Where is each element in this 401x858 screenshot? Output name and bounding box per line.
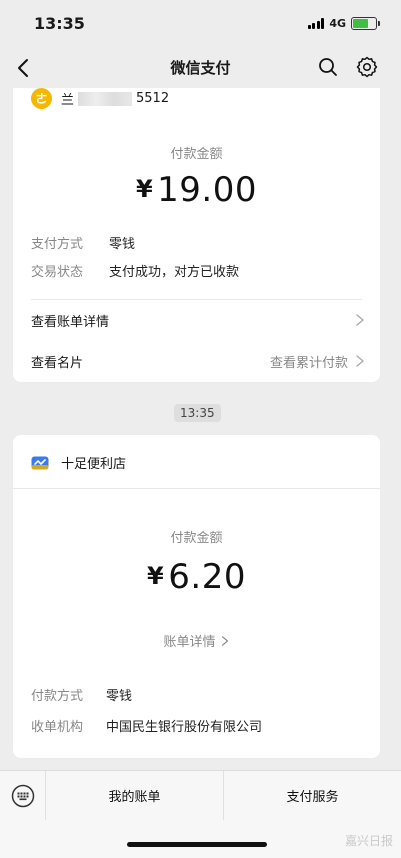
blurred-name — [78, 91, 133, 106]
keyboard-toggle-button[interactable] — [0, 771, 46, 820]
network-type: 4G — [329, 17, 346, 30]
amount-number: 19.00 — [157, 170, 258, 210]
amount-value: ¥19.00 — [13, 170, 380, 210]
status-indicators: 4G — [307, 17, 380, 30]
payment-receipt-card: ㄜ 兰 5512 付款金额 ¥19.00 支付方式 零钱 交易状态 支付成功，对… — [13, 88, 380, 382]
chevron-right-icon — [356, 355, 364, 367]
info-value: 零钱 — [109, 237, 136, 252]
bill-detail-label: 账单详情 — [163, 635, 216, 650]
amount-value: ¥6.20 — [13, 557, 380, 597]
info-value: 支付成功，对方已收款 — [109, 265, 240, 280]
watermark: 嘉兴日报 — [344, 834, 393, 848]
search-icon[interactable] — [317, 56, 339, 78]
contact-card-link[interactable]: 查看名片 查看累计付款 — [31, 346, 366, 376]
transaction-status-row: 交易状态 支付成功，对方已收款 — [31, 261, 239, 280]
info-value: 零钱 — [106, 689, 133, 704]
store-name: 十足便利店 — [61, 457, 127, 472]
merchant-row[interactable]: ㄜ 兰 5512 — [31, 88, 169, 109]
merchant-avatar: ㄜ — [31, 88, 52, 109]
payment-method-row: 支付方式 零钱 — [31, 233, 135, 252]
pay-services-button[interactable]: 支付服务 — [224, 771, 401, 820]
bill-detail-link[interactable]: 账单详情 — [13, 631, 380, 650]
contact-card-label: 查看名片 — [31, 355, 84, 371]
bottom-toolbar: 我的账单 支付服务 — [0, 770, 401, 820]
info-label: 收单机构 — [31, 720, 84, 735]
amount-label: 付款金额 — [170, 147, 223, 162]
bottom-safe-area — [0, 820, 401, 858]
chevron-right-icon — [356, 314, 364, 326]
cumulative-payments-label: 查看累计付款 — [269, 355, 348, 371]
info-label: 支付方式 — [31, 237, 84, 252]
bill-details-label: 查看账单详情 — [31, 314, 110, 330]
gear-icon[interactable] — [355, 55, 379, 79]
keyboard-icon — [11, 784, 34, 807]
home-indicator[interactable] — [127, 842, 267, 847]
signal-icon — [307, 18, 325, 29]
store-row[interactable]: 十足便利店 — [31, 453, 126, 472]
nav-bar: 微信支付 — [0, 48, 401, 88]
chevron-right-icon — [221, 635, 228, 646]
store-logo-icon — [31, 456, 49, 469]
my-bills-button[interactable]: 我的账单 — [46, 771, 224, 820]
acquirer-row: 收单机构 中国民生银行股份有限公司 — [31, 716, 262, 735]
cumulative-payments-link[interactable]: 查看累计付款 — [270, 352, 366, 371]
amount-number: 6.20 — [168, 557, 246, 597]
info-label: 交易状态 — [31, 265, 84, 280]
divider — [31, 299, 362, 300]
bill-details-link[interactable]: 查看账单详情 — [31, 305, 366, 335]
status-bar: 13:35 4G — [0, 0, 401, 48]
status-time: 13:35 — [34, 14, 85, 33]
battery-icon — [351, 17, 380, 30]
info-value: 中国民生银行股份有限公司 — [106, 720, 263, 735]
merchant-name-suffix: 5512 — [136, 91, 170, 106]
currency-symbol: ¥ — [135, 175, 154, 203]
message-timestamp: 13:35 — [174, 404, 221, 422]
merchant-name: 兰 5512 — [61, 89, 169, 108]
divider — [13, 488, 380, 489]
payment-method-row: 付款方式 零钱 — [31, 685, 132, 704]
amount-label: 付款金额 — [170, 531, 223, 546]
payment-receipt-card: 十足便利店 付款金额 ¥6.20 账单详情 付款方式 零钱 收单机构 中国民生银… — [13, 435, 380, 758]
merchant-name-prefix: 兰 — [61, 93, 75, 108]
info-label: 付款方式 — [31, 689, 84, 704]
page-title: 微信支付 — [170, 59, 231, 77]
currency-symbol: ¥ — [147, 562, 165, 590]
